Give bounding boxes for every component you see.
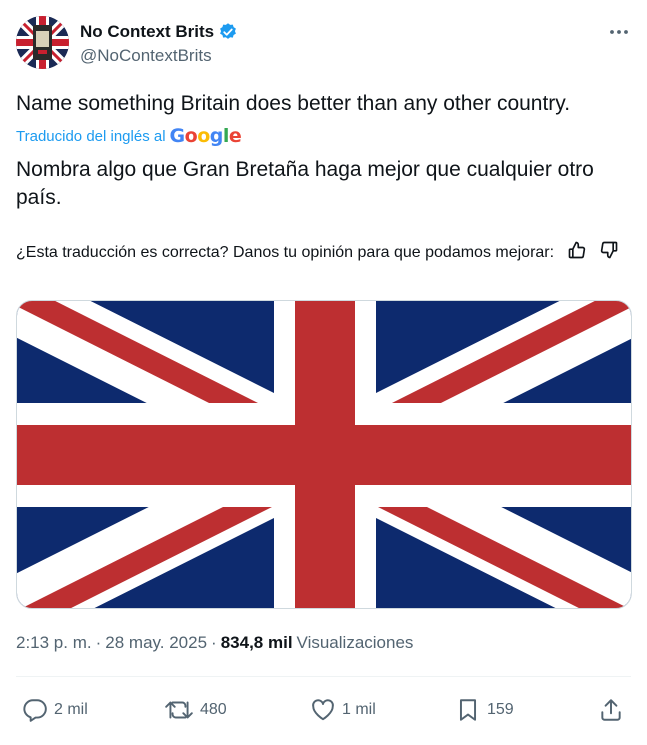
reply-count: 2 mil xyxy=(54,701,88,718)
retweet-count: 480 xyxy=(200,701,227,718)
bookmark-count: 159 xyxy=(487,701,514,718)
share-icon xyxy=(601,699,621,721)
display-name[interactable]: No Context Brits xyxy=(80,22,214,42)
action-bar: 2 mil 480 1 mil 159 xyxy=(16,690,631,730)
avatar[interactable] xyxy=(16,16,69,69)
feedback-prompt: ¿Esta traducción es correcta? Danos tu o… xyxy=(16,244,555,261)
like-button[interactable]: 1 mil xyxy=(310,690,376,730)
retweet-button[interactable]: 480 xyxy=(164,690,227,730)
meta-separator: · xyxy=(95,633,102,652)
translated-text: Nombra algo que Gran Bretaña haga mejor … xyxy=(16,158,594,209)
union-jack-flag xyxy=(17,301,631,608)
like-count: 1 mil xyxy=(342,701,376,718)
reply-icon xyxy=(23,699,47,722)
reply-button[interactable]: 2 mil xyxy=(22,690,88,730)
retweet-icon xyxy=(165,701,193,719)
thumbs-up-icon[interactable] xyxy=(567,240,587,260)
more-icon[interactable] xyxy=(607,22,631,42)
tweet-time[interactable]: 2:13 p. m. xyxy=(16,633,92,653)
thumbs-down-icon[interactable] xyxy=(599,240,619,260)
share-button[interactable] xyxy=(598,690,624,730)
tweet-text: Name something Britain does better than … xyxy=(16,92,571,115)
handle[interactable]: @NoContextBrits xyxy=(80,46,212,66)
views-count: 834,8 mil xyxy=(220,633,293,652)
tweet-meta: 2:13 p. m. · 28 may. 2025 · 834,8 mil Vi… xyxy=(16,633,413,653)
media-image[interactable] xyxy=(16,300,632,609)
translation-feedback: ¿Esta traducción es correcta? Danos tu o… xyxy=(16,240,631,264)
name-row: No Context Brits xyxy=(80,22,238,42)
divider xyxy=(16,676,631,677)
translated-label: Traducido del inglés al xyxy=(16,127,166,145)
bookmark-icon xyxy=(459,699,477,721)
tweet-header: No Context Brits @NoContextBrits xyxy=(16,16,631,72)
bookmark-button[interactable]: 159 xyxy=(455,690,514,730)
meta-separator: · xyxy=(211,633,217,652)
verified-badge-icon xyxy=(218,22,238,42)
views-label: Visualizaciones xyxy=(296,633,414,652)
like-icon xyxy=(312,699,334,721)
tweet-date[interactable]: 28 may. 2025 xyxy=(105,633,207,653)
google-logo: Google xyxy=(169,125,242,147)
translation-attribution[interactable]: Traducido del inglés al Google xyxy=(16,125,242,147)
